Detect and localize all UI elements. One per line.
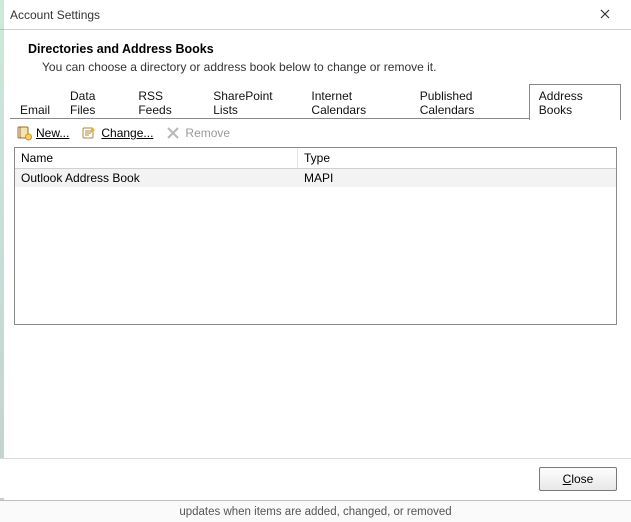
close-button-rest: lose <box>571 472 593 486</box>
remove-button-label: Remove <box>185 126 230 140</box>
tab-address-books[interactable]: Address Books <box>529 84 621 120</box>
close-icon <box>600 8 610 22</box>
change-button-label: Change... <box>101 126 153 140</box>
close-button[interactable]: Close <box>539 467 617 491</box>
heading-area: Directories and Address Books You can ch… <box>0 30 631 90</box>
toolbar: New... Change... Remove <box>0 119 631 147</box>
window-left-edge <box>0 0 4 522</box>
heading-title: Directories and Address Books <box>28 42 611 56</box>
new-button-label: New... <box>36 126 69 140</box>
tab-data-files[interactable]: Data Files <box>60 85 128 120</box>
titlebar: Account Settings <box>0 0 631 30</box>
cell-name: Outlook Address Book <box>15 169 298 187</box>
address-books-list[interactable]: Name Type Outlook Address Book MAPI <box>14 147 617 325</box>
background-cropped-text: updates when items are added, changed, o… <box>0 500 631 522</box>
tab-email[interactable]: Email <box>10 99 60 120</box>
tab-rss-feeds[interactable]: RSS Feeds <box>128 85 203 120</box>
list-body: Outlook Address Book MAPI <box>15 169 616 324</box>
list-headers: Name Type <box>15 148 616 169</box>
new-button[interactable]: New... <box>16 125 69 141</box>
tab-published-calendars[interactable]: Published Calendars <box>410 85 529 120</box>
tab-internet-calendars[interactable]: Internet Calendars <box>301 85 409 120</box>
tabstrip: Email Data Files RSS Feeds SharePoint Li… <box>10 96 621 119</box>
tab-sharepoint-lists[interactable]: SharePoint Lists <box>203 85 301 120</box>
footer: Close <box>0 458 631 498</box>
change-icon <box>81 125 97 141</box>
change-button[interactable]: Change... <box>81 125 153 141</box>
heading-subtitle: You can choose a directory or address bo… <box>42 60 611 74</box>
book-new-icon <box>16 125 32 141</box>
column-header-name[interactable]: Name <box>15 148 298 168</box>
column-header-type[interactable]: Type <box>298 148 616 168</box>
remove-icon <box>165 125 181 141</box>
window-title: Account Settings <box>10 8 585 22</box>
cell-type: MAPI <box>298 169 616 187</box>
window-close-button[interactable] <box>585 1 625 29</box>
remove-button: Remove <box>165 125 230 141</box>
list-row[interactable]: Outlook Address Book MAPI <box>15 169 616 187</box>
